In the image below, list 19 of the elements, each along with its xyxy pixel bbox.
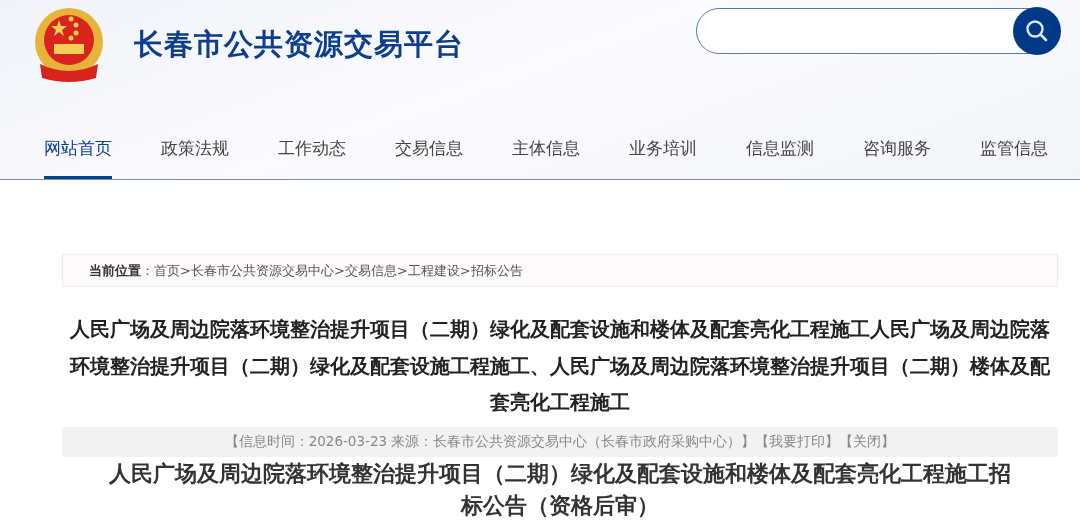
nav-tab[interactable]: 网站首页	[44, 137, 161, 179]
article-title: 人民广场及周边院落环境整治提升项目（二期）绿化及配套设施和楼体及配套亮化工程施工人民广场及周边院落环境整治提升项目（二期）绿化及配套设施工程施工、人民广场及周边院落环境整治提升项目（二期）楼体及配套亮化工程施工	[68, 316, 1051, 416]
nav-tab[interactable]: 主体信息	[512, 137, 629, 179]
nav-tab[interactable]: 交易信息	[395, 137, 512, 179]
document-title: 人民广场及周边院落环境整治提升项目（二期）绿化及配套设施和楼体及配套亮化工程施工招标公告（资格后审）	[108, 458, 1012, 520]
nav-tab[interactable]: 业务培训	[629, 137, 746, 179]
breadcrumb-separator: ：	[141, 261, 154, 280]
breadcrumb-label: 当前位置	[89, 261, 141, 280]
nav-tab[interactable]: 工作动态	[278, 137, 395, 179]
breadcrumb-path: 首页>长春市公共资源交易中心>交易信息>工程建设>招标公告	[154, 261, 523, 280]
search-field[interactable]	[696, 8, 1060, 54]
nav-tab[interactable]: 咨询服务	[863, 137, 980, 179]
nav-tab[interactable]: 政策法规	[161, 137, 278, 179]
search-icon	[1024, 18, 1050, 44]
nav-tab[interactable]: 信息监测	[746, 137, 863, 179]
article-meta: 【信息时间：2026-03-23 来源：长春市公共资源交易中心（长春市政府采购中心）】	[224, 432, 756, 451]
search-button[interactable]	[1013, 7, 1061, 55]
site-title: 长春市公共资源交易平台	[134, 26, 464, 63]
nav-tab[interactable]: 监管信息	[980, 137, 1080, 179]
